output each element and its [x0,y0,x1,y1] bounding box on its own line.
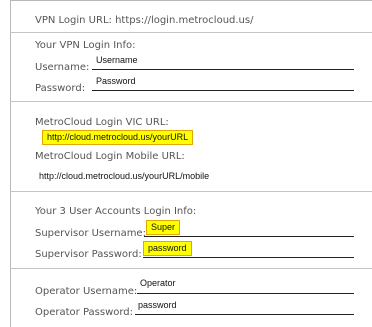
supervisor-password-highlight[interactable]: password [143,241,192,256]
vpn-url-row: VPN Login URL: https://login.metrocloud.… [35,15,253,27]
vic-url-highlight[interactable]: http://cloud.metrocloud.us/yourURL [42,130,194,145]
vpn-password-underline [92,90,354,91]
operator-password-label: Operator Password: [35,307,134,318]
vpn-password-label: Password: [35,83,86,94]
vpn-info-heading: Your VPN Login Info: [35,40,136,51]
supervisor-username-underline [144,236,354,237]
supervisor-username-highlight[interactable]: Super [146,220,181,235]
divider [10,268,372,269]
supervisor-username-label: Supervisor Username: [35,228,146,239]
supervisor-password-label: Supervisor Password: [35,249,142,260]
mobile-url[interactable]: http://cloud.metrocloud.us/yourURL/mobil… [39,171,209,182]
divider [10,101,372,102]
vpn-username-value[interactable]: Username [96,55,138,66]
operator-username-label: Operator Username: [35,286,138,297]
vpn-username-underline [92,69,354,70]
operator-username-value[interactable]: Operator [140,278,176,289]
operator-password-value[interactable]: password [138,300,177,311]
divider [10,191,372,192]
mobile-url-label: MetroCloud Login Mobile URL: [35,151,185,162]
user-accounts-heading: Your 3 User Accounts Login Info: [35,206,197,217]
vpn-url-label: VPN Login URL: [35,15,112,26]
vpn-url[interactable]: https://login.metrocloud.us/ [115,15,253,26]
vic-url-label: MetroCloud Login VIC URL: [35,117,169,128]
supervisor-password-underline [143,257,354,258]
vpn-password-value[interactable]: Password [96,76,136,87]
operator-password-underline [135,314,354,315]
divider [10,32,372,33]
operator-username-underline [137,293,354,294]
vpn-username-label: Username: [35,62,90,73]
